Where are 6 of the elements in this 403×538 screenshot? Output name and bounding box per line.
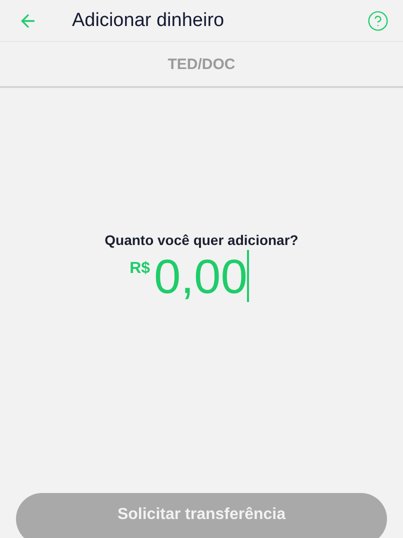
amount-question: Quanto você quer adicionar?: [104, 232, 298, 248]
amount-value[interactable]: 0,00: [154, 254, 248, 302]
page-title: Adicionar dinheiro: [72, 10, 226, 32]
tab-label: TED/DOC: [168, 56, 236, 72]
currency-symbol: R$: [130, 260, 150, 278]
help-icon[interactable]: [367, 10, 389, 32]
